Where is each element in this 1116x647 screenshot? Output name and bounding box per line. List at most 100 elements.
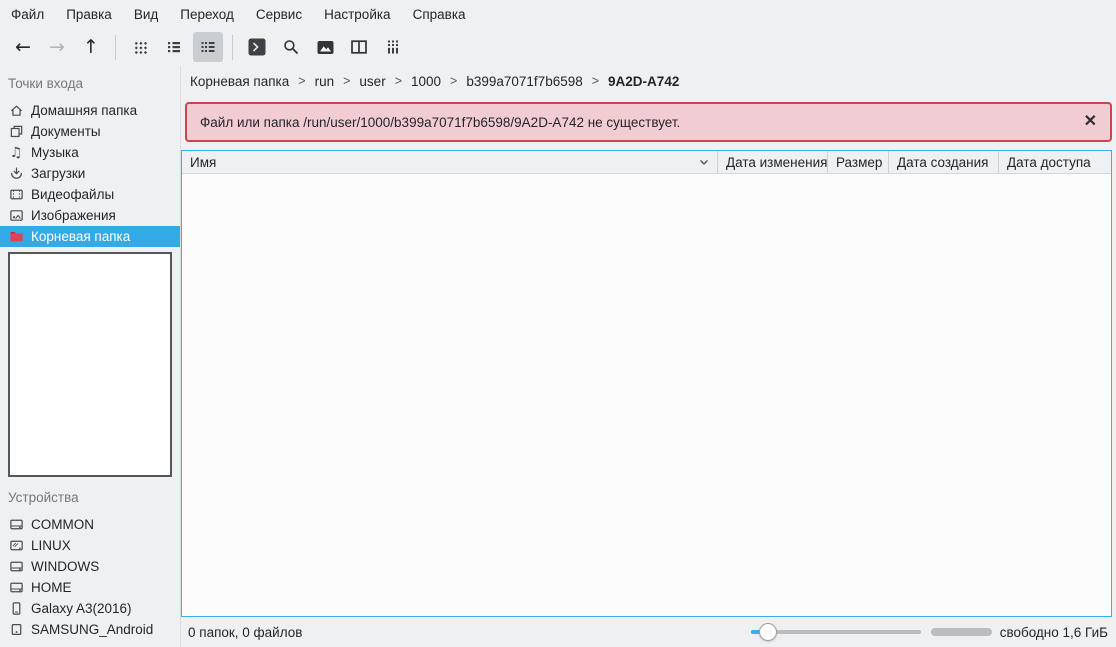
sidebar-item-label: Galaxy A3(2016) [31, 601, 132, 616]
places-panel: Точки входа Домашняя папка Документы ♫ М… [0, 66, 181, 647]
items-count-text: 0 папок, 0 файлов [188, 624, 303, 640]
file-list-empty-area[interactable] [182, 174, 1111, 616]
column-header-name[interactable]: Имя [182, 151, 718, 173]
column-header-created[interactable]: Дата создания [889, 151, 999, 173]
sidebar-item-label: Корневая папка [31, 229, 131, 244]
chevron-down-icon [700, 159, 708, 165]
menu-tools[interactable]: Сервис [245, 2, 313, 27]
error-message-banner: Файл или папка /run/user/1000/b399a7071f… [185, 102, 1112, 142]
close-icon[interactable]: ✕ [1084, 114, 1097, 130]
compact-view-button[interactable] [159, 32, 189, 62]
up-icon: ↑ [83, 35, 99, 58]
error-message-text: Файл или папка /run/user/1000/b399a7071f… [200, 114, 681, 130]
details-panel-button[interactable] [378, 32, 408, 62]
toolbar-separator [115, 34, 116, 60]
drive-icon [8, 559, 24, 575]
column-header-modified[interactable]: Дата изменения [718, 151, 828, 173]
drive-icon [8, 580, 24, 596]
sidebar-device-windows[interactable]: WINDOWS [0, 556, 180, 577]
preview-icon [317, 40, 333, 54]
sidebar-item-label: HOME [31, 580, 72, 595]
back-button[interactable]: ← [8, 32, 38, 62]
zoom-slider-handle[interactable] [758, 623, 777, 641]
sidebar-item-label: Документы [31, 124, 101, 139]
column-label: Имя [190, 154, 217, 170]
menu-settings[interactable]: Настройка [313, 2, 401, 27]
folder-red-icon [8, 229, 24, 245]
breadcrumb-hash[interactable]: b399a7071f7b6598 [466, 74, 582, 89]
sidebar-item-label: Загрузки [31, 166, 86, 181]
phone-icon [8, 601, 24, 617]
toolbar-separator [232, 34, 233, 60]
search-icon [284, 40, 298, 54]
breadcrumb-run[interactable]: run [315, 74, 335, 89]
breadcrumb-current[interactable]: 9A2D-A742 [608, 74, 679, 89]
column-label: Дата изменения [726, 154, 828, 170]
forward-button[interactable]: → [42, 32, 72, 62]
sidebar-device-home[interactable]: HOME [0, 577, 180, 598]
media-player-icon [8, 622, 24, 638]
places-section-label: Точки входа [8, 76, 84, 91]
sidebar-item-home[interactable]: Домашняя папка [0, 100, 180, 121]
sidebar-item-music[interactable]: ♫ Музыка [0, 142, 180, 163]
breadcrumb-user[interactable]: user [359, 74, 385, 89]
breadcrumb-separator: > [591, 74, 600, 88]
icons-view-button[interactable] [125, 32, 155, 62]
forward-icon: → [49, 35, 65, 58]
menu-file[interactable]: Файл [0, 2, 55, 27]
column-header-row: Имя Дата изменения Размер Дата создания [182, 151, 1111, 174]
breadcrumb-separator: > [298, 74, 306, 88]
menu-help[interactable]: Справка [402, 2, 477, 27]
documents-icon [8, 124, 24, 140]
breadcrumb-separator: > [394, 74, 402, 88]
sidebar-device-samsung[interactable]: SAMSUNG_Android [0, 619, 180, 640]
music-icon: ♫ [9, 144, 23, 161]
breadcrumb-separator: > [343, 74, 351, 88]
sidebar-device-linux[interactable]: LINUX [0, 535, 180, 556]
menu-edit[interactable]: Правка [55, 2, 123, 27]
video-icon [8, 187, 24, 203]
sidebar-item-downloads[interactable]: Загрузки [0, 163, 180, 184]
sidebar-item-label: Видеофайлы [31, 187, 115, 202]
details-panel-icon [388, 40, 398, 54]
sidebar-item-label: SAMSUNG_Android [31, 622, 154, 637]
compact-view-icon [168, 42, 180, 53]
open-terminal-button[interactable] [242, 32, 272, 62]
sidebar-item-label: COMMON [31, 517, 94, 532]
sidebar-item-label: WINDOWS [31, 559, 100, 574]
show-preview-button[interactable] [310, 32, 340, 62]
column-header-accessed[interactable]: Дата доступа [999, 151, 1111, 173]
sidebar-device-galaxy[interactable]: Galaxy A3(2016) [0, 598, 180, 619]
disk-capacity-bar [930, 628, 992, 636]
sidebar-item-label: Домашняя папка [31, 103, 138, 118]
menu-view[interactable]: Вид [123, 2, 169, 27]
sidebar-item-videos[interactable]: Видеофайлы [0, 184, 180, 205]
column-header-size[interactable]: Размер [828, 151, 889, 173]
column-label: Дата доступа [1007, 154, 1091, 170]
sidebar-item-label: LINUX [31, 538, 71, 553]
folder-preview-box [8, 252, 172, 477]
zoom-slider[interactable] [750, 622, 921, 642]
drive-linux-icon [8, 538, 24, 554]
up-button[interactable]: ↑ [76, 32, 106, 62]
free-space-text: свободно 1,6 ГиБ [999, 624, 1108, 640]
breadcrumb-1000[interactable]: 1000 [411, 74, 441, 89]
menu-go[interactable]: Переход [169, 2, 245, 27]
drive-icon [8, 517, 24, 533]
home-icon [8, 103, 24, 119]
toolbar: ← → ↑ [0, 28, 1116, 66]
sidebar-item-pictures[interactable]: Изображения [0, 205, 180, 226]
breadcrumb-separator: > [450, 74, 458, 88]
sidebar-item-root[interactable]: Корневая папка [0, 226, 180, 247]
column-label: Размер [836, 154, 883, 170]
details-view-button[interactable] [193, 32, 223, 62]
search-button[interactable] [276, 32, 306, 62]
statusbar: 0 папок, 0 файлов свободно 1,6 ГиБ [181, 617, 1116, 647]
breadcrumb-root[interactable]: Корневая папка [190, 74, 289, 89]
sidebar-device-common[interactable]: COMMON [0, 514, 180, 535]
sidebar-item-documents[interactable]: Документы [0, 121, 180, 142]
breadcrumb: Корневая папка > run > user > 1000 > b39… [181, 66, 1116, 96]
back-icon: ← [15, 35, 31, 58]
sidebar-item-label: Изображения [31, 208, 116, 223]
split-view-button[interactable] [344, 32, 374, 62]
